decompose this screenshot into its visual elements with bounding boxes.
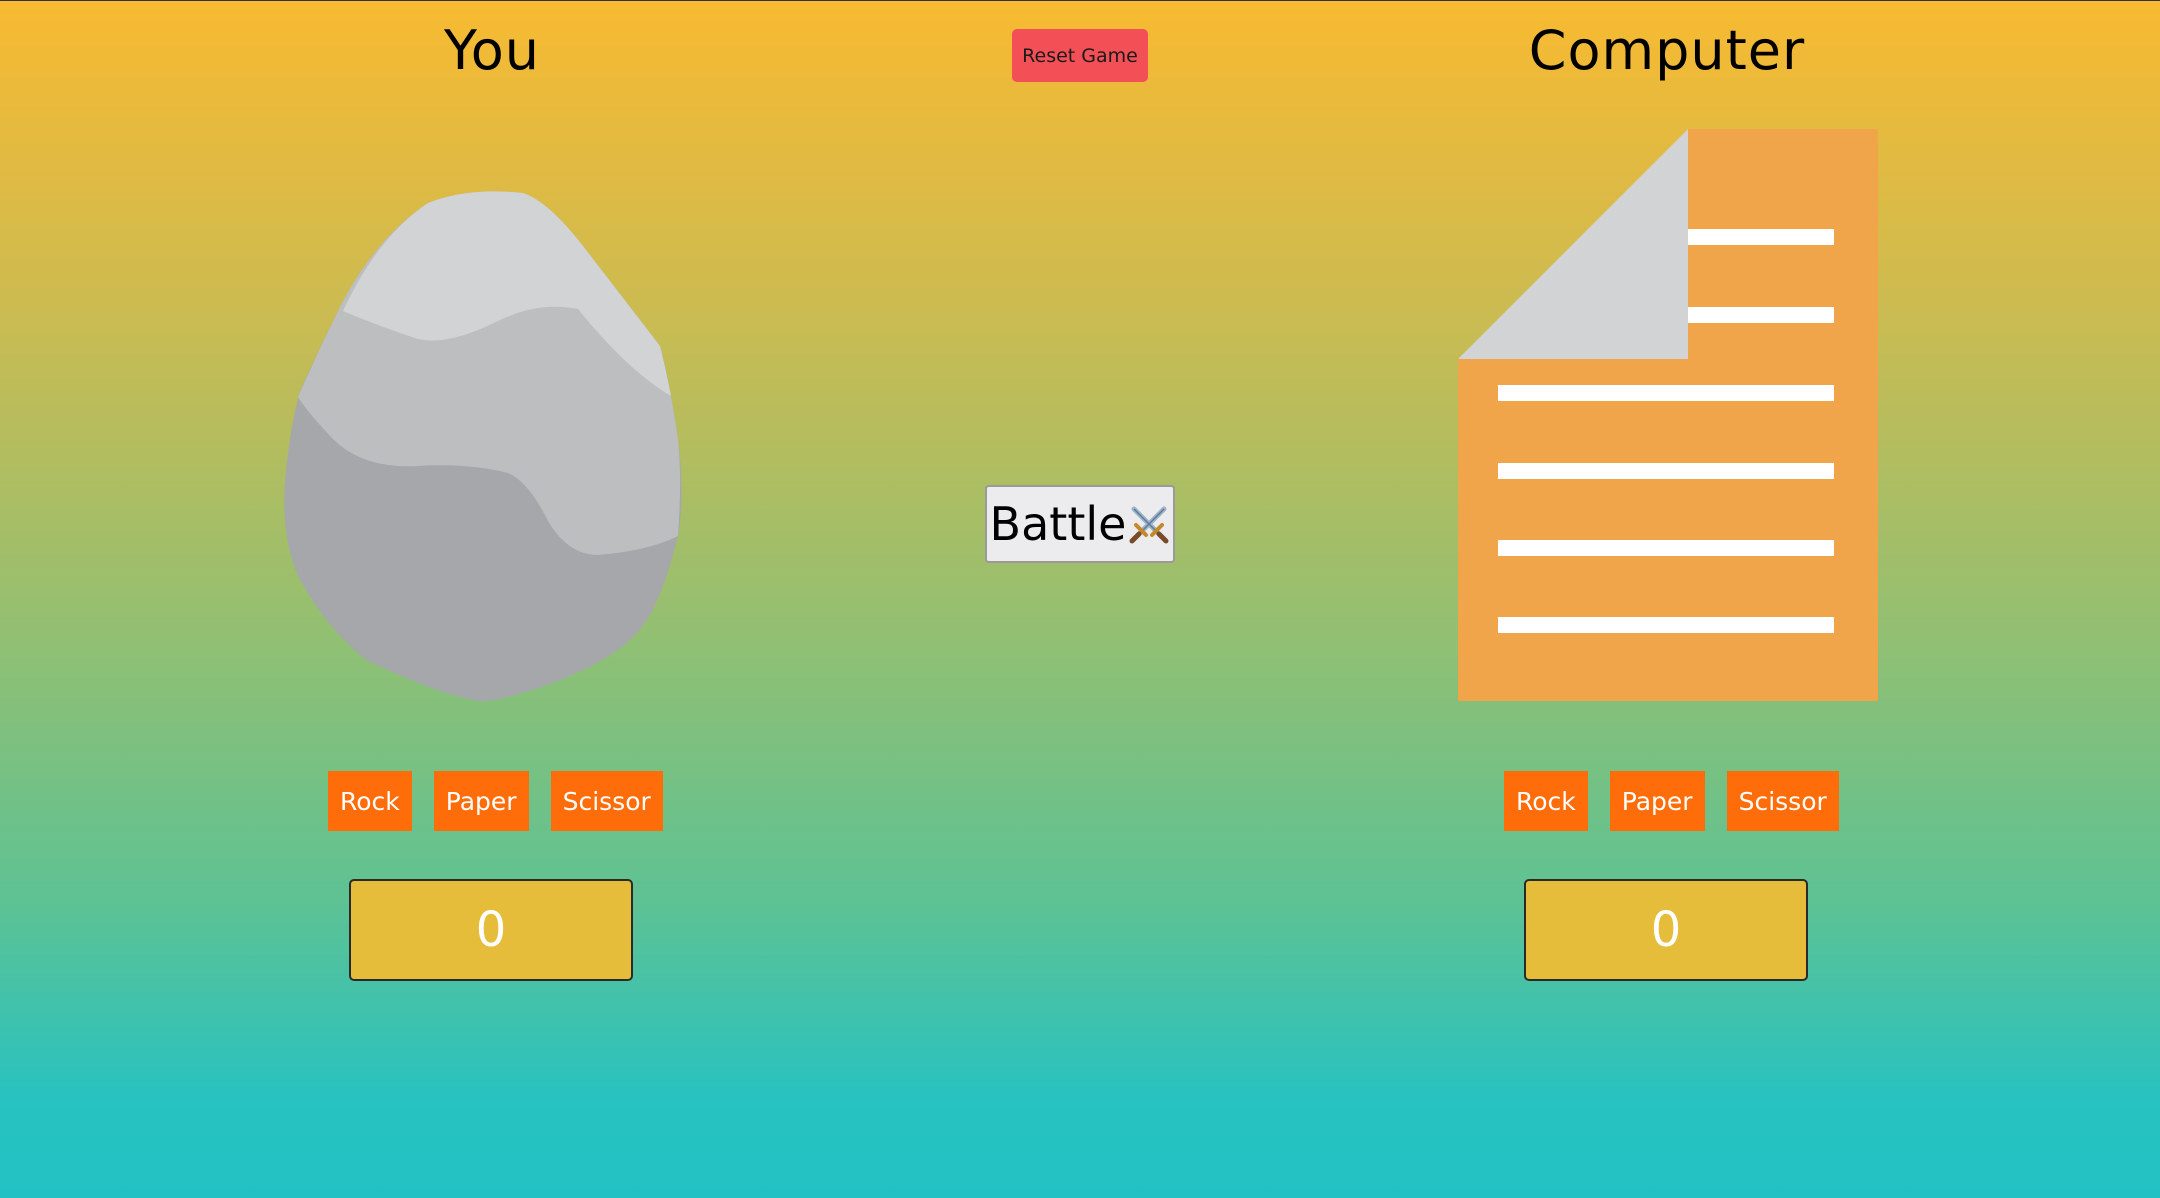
player-rock-button[interactable]: Rock — [328, 771, 412, 831]
computer-hand-display — [1458, 129, 1878, 701]
computer-scissor-button[interactable]: Scissor — [1726, 771, 1839, 831]
computer-paper-button[interactable]: Paper — [1609, 771, 1705, 831]
crossed-swords-icon — [1129, 506, 1169, 544]
computer-choice-buttons: Rock Paper Scissor — [1504, 771, 1839, 831]
reset-game-button[interactable]: Reset Game — [1012, 29, 1148, 82]
computer-title: Computer — [1528, 19, 1806, 82]
computer-rock-button[interactable]: Rock — [1504, 771, 1588, 831]
player-scissor-button[interactable]: Scissor — [550, 771, 663, 831]
player-score: 0 — [349, 879, 633, 981]
paper-icon — [1458, 129, 1878, 701]
rock-icon — [284, 191, 682, 702]
player-hand-display — [278, 191, 708, 706]
battle-button[interactable]: Battle — [985, 485, 1175, 563]
player-title: You — [443, 19, 541, 82]
player-choice-buttons: Rock Paper Scissor — [328, 771, 663, 831]
player-paper-button[interactable]: Paper — [433, 771, 529, 831]
computer-score: 0 — [1524, 879, 1808, 981]
battle-label: Battle — [989, 497, 1127, 551]
